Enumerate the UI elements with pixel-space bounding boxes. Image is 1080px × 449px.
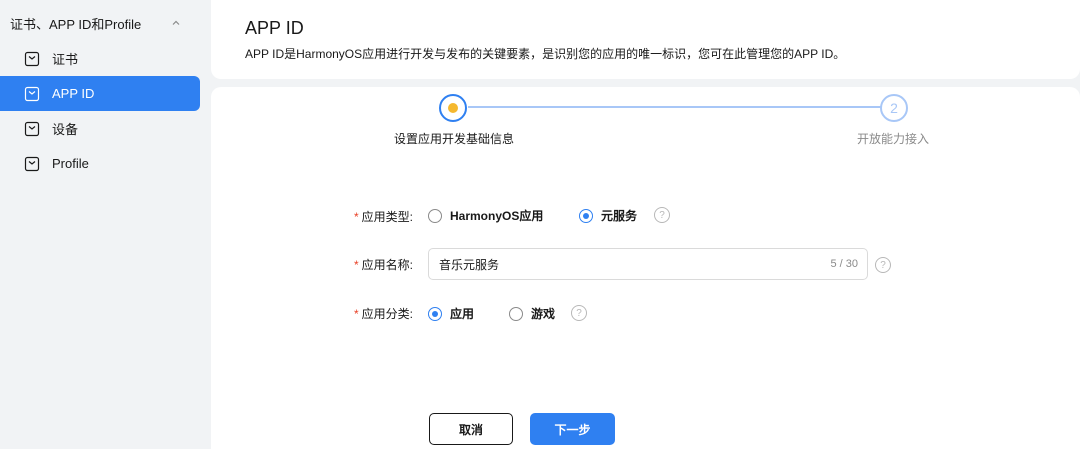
step-2-indicator: 2: [880, 94, 908, 122]
step-1-label: 设置应用开发基础信息: [394, 132, 515, 146]
radio-label: 元服务: [601, 209, 638, 223]
sidebar-item-label: APP ID: [52, 86, 95, 101]
sidebar-item-label: 设备: [52, 122, 79, 137]
page-description: APP ID是HarmonyOS应用进行开发与发布的关键要素，是识别您的应用的唯…: [245, 47, 846, 61]
app-name-label-text: 应用名称:: [361, 258, 413, 272]
help-glyph: ?: [880, 259, 886, 271]
app-category-label: * 应用分类:: [323, 305, 413, 322]
radio-circle[interactable]: [428, 208, 442, 223]
radio-label: HarmonyOS应用: [450, 209, 544, 223]
next-step-button[interactable]: 下一步: [530, 413, 615, 445]
required-mark: *: [353, 210, 359, 224]
certificate-icon: [24, 51, 40, 66]
help-icon[interactable]: ?: [654, 207, 670, 223]
stepper-line: [468, 106, 881, 108]
sidebar-group-header[interactable]: 证书、APP ID和Profile: [0, 6, 200, 40]
app-category-label-text: 应用分类:: [361, 307, 413, 321]
sidebar-item-profile[interactable]: Profile: [0, 146, 200, 181]
radio-harmonyos-app[interactable]: HarmonyOS应用: [428, 207, 543, 224]
required-mark: *: [353, 307, 359, 321]
help-icon[interactable]: ?: [571, 305, 587, 321]
page-header: APP ID APP ID是HarmonyOS应用进行开发与发布的关键要素，是识…: [211, 0, 1080, 79]
app-type-label-text: 应用类型:: [361, 210, 413, 224]
sidebar-item-device[interactable]: 设备: [0, 111, 200, 146]
radio-circle-selected[interactable]: [579, 208, 593, 223]
sidebar-group-label: 证书、APP ID和Profile: [10, 16, 142, 32]
main-panel: 2 设置应用开发基础信息 开放能力接入 * 应用类型: HarmonyOS应用 元…: [211, 87, 1080, 449]
sidebar-item-certificate[interactable]: 证书: [0, 41, 200, 76]
step-1-indicator: [439, 94, 467, 122]
app-name-input[interactable]: 音乐元服务 5 / 30: [428, 248, 868, 280]
app-name-label: * 应用名称:: [323, 256, 413, 273]
char-count: 5 / 30: [830, 258, 858, 270]
radio-label: 游戏: [531, 307, 556, 321]
chevron-up-icon: [172, 20, 180, 25]
step-2-label: 开放能力接入: [857, 132, 930, 146]
page-title: APP ID: [245, 18, 304, 38]
help-glyph: ?: [576, 307, 582, 319]
sidebar-item-label: 证书: [52, 52, 79, 67]
profile-icon: [24, 156, 40, 171]
step-current-dot: [448, 103, 458, 113]
app-name-value: 音乐元服务: [439, 257, 500, 272]
step-2-number: 2: [890, 100, 898, 116]
sidebar-item-appid[interactable]: APP ID: [0, 76, 200, 111]
app-type-label: * 应用类型:: [323, 208, 413, 225]
help-glyph: ?: [659, 209, 665, 221]
appid-icon: [24, 86, 40, 101]
cancel-button[interactable]: 取消: [429, 413, 513, 445]
radio-circle[interactable]: [509, 306, 523, 321]
radio-circle-selected[interactable]: [428, 306, 442, 321]
sidebar: 证书、APP ID和Profile 证书 APP ID 设备 Profile: [0, 0, 211, 449]
required-mark: *: [353, 258, 359, 272]
radio-atomic-service[interactable]: 元服务: [579, 207, 637, 224]
sidebar-item-label: Profile: [52, 156, 89, 171]
help-icon[interactable]: ?: [875, 257, 891, 273]
device-icon: [24, 121, 40, 136]
radio-label: 应用: [450, 307, 475, 321]
radio-category-app[interactable]: 应用: [428, 305, 474, 322]
radio-category-game[interactable]: 游戏: [509, 305, 555, 322]
